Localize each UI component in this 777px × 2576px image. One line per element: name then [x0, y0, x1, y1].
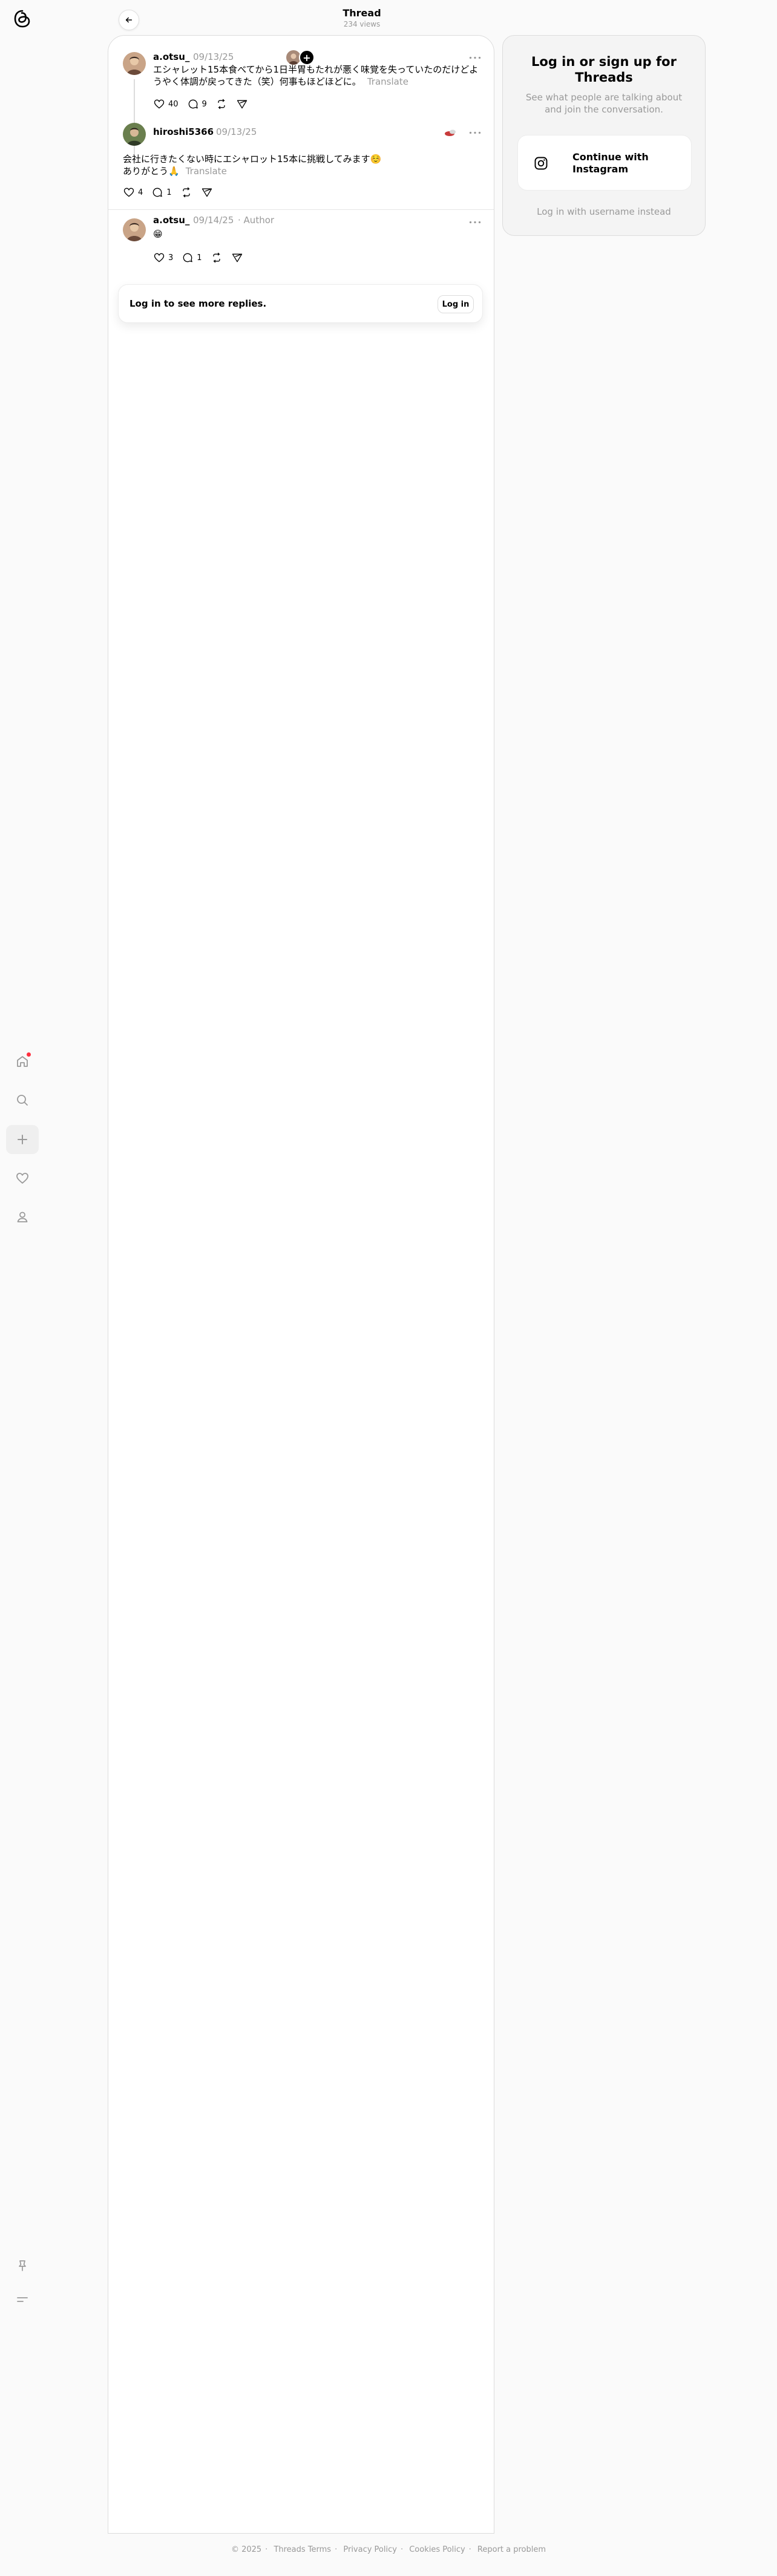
post-text-content: エシャレット15本食べてから1日半胃もたれが悪く味覚を失っていたのだけどようやく… [153, 64, 479, 87]
like-count: 40 [168, 99, 179, 109]
translate-link[interactable]: Translate [186, 166, 227, 177]
thread-column: a.otsu_ 09/13/25 + エシャレット15本食べてから1日半胃もたれ… [108, 35, 494, 2534]
repost-button[interactable] [180, 186, 192, 198]
footer-link-cookies[interactable]: Cookies Policy [409, 2545, 465, 2554]
post-username[interactable]: a.otsu_ [153, 215, 189, 226]
nav-pin-button[interactable] [6, 2251, 39, 2280]
like-count: 4 [138, 187, 143, 197]
post-text-line: 会社に行きたくない時にエシャロット15本に挑戦してみます☺️ [123, 154, 382, 165]
follower-avatar [444, 125, 458, 140]
thread-connector-line [134, 79, 135, 164]
heart-icon [154, 99, 165, 109]
reply-button[interactable]: 9 [187, 98, 207, 110]
login-button[interactable]: Log in [438, 295, 474, 313]
reply-count: 9 [202, 99, 207, 109]
share-button[interactable] [201, 186, 213, 198]
post-actions: 3 1 [153, 251, 252, 264]
more-options-icon[interactable] [468, 218, 482, 226]
more-options-icon[interactable] [468, 129, 482, 136]
heart-icon [16, 1173, 28, 1184]
post-date[interactable]: 09/13/25 [216, 126, 257, 137]
comment-icon [183, 253, 193, 262]
nav-search-button[interactable] [6, 1086, 39, 1115]
plus-icon [18, 1135, 27, 1144]
post-actions: 4 1 [123, 186, 221, 199]
author-badge-label: Author [243, 215, 275, 226]
share-icon [232, 253, 242, 262]
translate-link[interactable]: Translate [367, 76, 408, 87]
signup-subtitle: See what people are talking about and jo… [525, 92, 683, 115]
username-login-link[interactable]: Log in with username instead [503, 206, 705, 217]
like-count: 3 [168, 253, 174, 262]
repost-icon [212, 252, 220, 263]
nav-activity-button[interactable] [6, 1164, 39, 1193]
menu-icon [17, 2297, 28, 2302]
arrow-left-icon [125, 17, 133, 23]
footer: © 2025 · Threads Terms · Privacy Policy · C… [231, 2545, 546, 2554]
reply-count: 1 [197, 253, 202, 262]
nav-profile-button[interactable] [6, 1202, 39, 1231]
signup-panel: Log in or sign up for Threads See what p… [502, 35, 706, 236]
footer-link-terms[interactable]: Threads Terms [274, 2545, 331, 2554]
post-text: 😁 [153, 229, 163, 240]
post-username[interactable]: a.otsu_ [153, 51, 189, 62]
share-icon [202, 188, 212, 197]
share-button[interactable] [231, 252, 243, 264]
repost-button[interactable] [215, 98, 228, 110]
post-date[interactable]: 09/14/25 [193, 215, 234, 226]
footer-link-privacy[interactable]: Privacy Policy [343, 2545, 397, 2554]
post-actions: 40 9 [153, 97, 257, 111]
post-divider [108, 209, 494, 210]
threads-logo-icon[interactable] [12, 8, 33, 29]
back-button[interactable] [119, 10, 139, 30]
post-text: 会社に行きたくない時にエシャロット15本に挑戦してみます☺️ ありがとう🙏 Tra… [123, 153, 474, 177]
avatar[interactable] [123, 123, 146, 146]
comment-icon [188, 99, 198, 109]
footer-copyright: © 2025 [231, 2545, 262, 2554]
page-title: Thread [343, 7, 381, 19]
login-prompt-text: Log in to see more replies. [130, 298, 267, 309]
instagram-button-label: Continue with Instagram [572, 151, 649, 175]
reply-button[interactable]: 1 [151, 186, 172, 198]
share-icon [237, 100, 247, 109]
post-date[interactable]: 09/13/25 [193, 51, 234, 62]
signup-title: Log in or sign up for Threads [531, 54, 677, 85]
like-button[interactable]: 3 [153, 252, 173, 264]
repost-icon [182, 187, 190, 198]
footer-link-report[interactable]: Report a problem [477, 2545, 546, 2554]
author-badge: · Author [238, 215, 275, 226]
repost-icon [218, 99, 225, 109]
avatar[interactable] [123, 52, 146, 75]
login-prompt-card: Log in to see more replies. Log in [118, 284, 483, 323]
view-count: 234 views [343, 20, 381, 28]
post-text-line: ありがとう🙏 [123, 166, 180, 177]
heart-icon [123, 187, 134, 197]
heart-icon [154, 253, 165, 262]
repost-button[interactable] [211, 252, 223, 264]
nav-create-button[interactable] [6, 1125, 39, 1154]
search-icon [17, 1095, 28, 1106]
nav-home-button[interactable] [6, 1047, 39, 1076]
continue-with-instagram-button[interactable]: Continue with Instagram [517, 135, 692, 191]
comment-icon [152, 187, 163, 197]
post-username[interactable]: hiroshi5366 [153, 126, 214, 137]
like-button[interactable]: 4 [123, 186, 143, 198]
more-options-icon[interactable] [468, 54, 482, 61]
person-icon [17, 1211, 28, 1222]
like-button[interactable]: 40 [153, 98, 179, 110]
post-text: エシャレット15本食べてから1日半胃もたれが悪く味覚を失っていたのだけどようやく… [153, 64, 480, 88]
share-button[interactable] [236, 98, 248, 110]
avatar[interactable] [123, 218, 146, 241]
reply-count: 1 [166, 187, 172, 197]
reply-button[interactable]: 1 [182, 252, 202, 264]
pin-icon [19, 2260, 26, 2271]
nav-menu-button[interactable] [6, 2285, 39, 2314]
notification-dot [27, 1052, 31, 1057]
instagram-icon [534, 157, 548, 170]
